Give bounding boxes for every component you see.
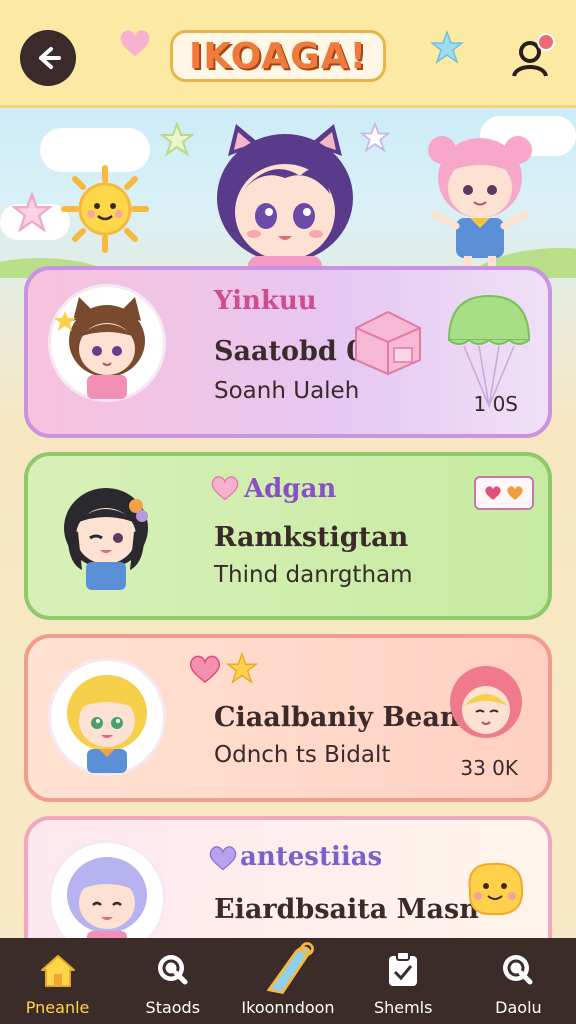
nav-item-daolu[interactable]: Daolu: [461, 938, 576, 1024]
card-title: Eiardbsaita Masn: [214, 894, 479, 925]
story-card[interactable]: Ciaalbaniy Bean Odnch ts Bidalt 33 0K: [24, 634, 552, 802]
cat-boy-avatar: [54, 297, 145, 399]
nav-item-label: Pneanle: [25, 998, 90, 1017]
hooded-chibi-icon: [450, 666, 522, 738]
nav-item-label: Ikoonndoon: [241, 998, 335, 1017]
heart-icon: [211, 476, 239, 501]
star-decoration-icon: [12, 192, 52, 232]
profile-settings-icon: [512, 33, 555, 77]
star-decoration-icon: [360, 122, 390, 152]
blonde-girl-avatar: [67, 675, 147, 773]
heart-icon: [507, 486, 523, 500]
sun-icon: [61, 165, 149, 253]
card-category-label: Yinkuu: [214, 286, 317, 316]
card-category-label: Adgan: [244, 474, 337, 504]
pink-girl-mascot: [428, 136, 532, 272]
story-card[interactable]: Adgan Ramkstigtan Thind danrgtham: [24, 452, 552, 620]
yellow-blob-icon: [468, 862, 524, 916]
card-subtitle: Thind danrgtham: [214, 562, 413, 588]
nav-item-label: Daolu: [495, 998, 542, 1017]
nav-item-search[interactable]: Staods: [115, 938, 230, 1024]
heart-icon: [209, 846, 237, 871]
clipboard-icon: [389, 951, 418, 986]
nav-item-home[interactable]: Pneanle: [0, 938, 115, 1024]
card-subtitle: Soanh Ualeh: [214, 378, 360, 404]
character-avatar: [48, 476, 166, 594]
back-button[interactable]: [20, 30, 76, 86]
card-title: Ciaalbaniy Bean: [214, 702, 460, 733]
heart-icon: [189, 655, 221, 683]
character-avatar: [48, 658, 166, 776]
arrow-left-icon: [39, 47, 61, 69]
search-icon: [157, 955, 188, 985]
black-hair-girl-avatar: [64, 488, 148, 590]
card-subtitle: Odnch ts Bidalt: [214, 742, 391, 768]
star-icon: [226, 652, 258, 684]
hero-banner: [0, 108, 576, 278]
app-header: IKOAGA!: [0, 0, 576, 108]
card-title: Ramkstigtan: [214, 522, 409, 553]
card-count: 1 0S: [473, 392, 518, 416]
cat-girl-mascot: [217, 124, 353, 278]
star-decoration-icon: [160, 122, 194, 156]
star-decoration-icon: [430, 30, 464, 64]
nav-item-shemls[interactable]: Shemls: [346, 938, 461, 1024]
create-icon: [266, 942, 314, 995]
story-card[interactable]: Yinkuu Saatobd 0 Soanh Ualeh 1 0S: [24, 266, 552, 438]
profile-button[interactable]: [506, 30, 558, 82]
badge-icons: [474, 476, 534, 510]
nav-item-label: Staods: [145, 998, 201, 1017]
bottom-navigation: Pneanle Staods Ikoonndoon Shemls Daolu: [0, 938, 576, 1024]
heart-decoration-icon: [120, 30, 150, 56]
app-title: IKOAGA!: [170, 30, 386, 82]
card-count: 33 0K: [460, 756, 518, 780]
magnifier-icon: [503, 955, 533, 985]
home-icon: [40, 955, 75, 987]
nav-item-create[interactable]: Ikoonndoon: [230, 938, 345, 1024]
nav-item-label: Shemls: [373, 998, 433, 1017]
gift-box-icon: [355, 310, 421, 376]
card-title: Saatobd 0: [214, 336, 365, 367]
heart-icon: [485, 486, 501, 500]
character-avatar: [48, 284, 166, 402]
card-category-label: antestiias: [240, 842, 383, 872]
